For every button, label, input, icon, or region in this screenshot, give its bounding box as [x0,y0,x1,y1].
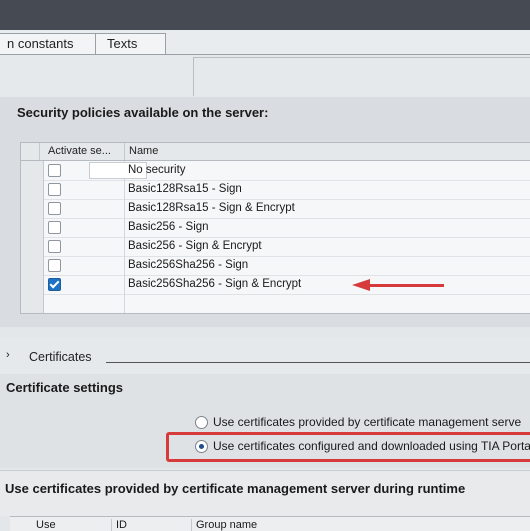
row-number-cell [21,199,44,218]
activate-cell[interactable] [44,218,125,237]
annotation-arrow-head [352,279,370,291]
header-id[interactable]: ID [112,519,192,531]
annotation-arrow-shaft [368,284,444,287]
activate-cell[interactable] [44,294,125,313]
radio-cert-management-server-label[interactable]: Use certificates provided by certificate… [213,415,521,429]
row-number-cell [21,161,44,180]
certificates-label[interactable]: Certificates [29,350,92,364]
chevron-right-icon[interactable]: › [6,349,10,361]
activate-checkbox[interactable] [48,202,61,215]
row-number-cell [21,294,44,313]
policy-name: Basic256 - Sign & Encrypt [128,240,262,252]
panel-frame [193,57,530,96]
activate-checkbox[interactable] [48,164,61,177]
runtime-certificates-table: Use ID Group name [10,516,530,531]
policy-name: No security [128,164,186,176]
tab-strip: n constants Texts [0,30,530,55]
runtime-section-title: Use certificates provided by certificate… [5,481,466,496]
activate-cell[interactable] [44,161,147,180]
row-number-cell [21,180,44,199]
policy-name: Basic256 - Sign [128,221,209,233]
table-row[interactable]: Basic128Rsa15 - Sign & Encrypt [21,199,530,219]
certificates-divider [106,362,530,363]
header-activate-security[interactable]: Activate se... [44,143,125,160]
activate-cell[interactable] [44,256,125,275]
activate-cell[interactable] [44,275,125,294]
tab-texts[interactable]: Texts [95,33,166,54]
policy-name: Basic256Sha256 - Sign [128,259,249,271]
security-policies-title: Security policies available on the serve… [17,105,269,120]
row-number-cell [21,218,44,237]
row-number-cell [21,275,44,294]
annotation-highlight-box [166,432,530,462]
header-use[interactable]: Use [32,519,112,531]
activate-checkbox[interactable] [48,240,61,253]
tab-constants[interactable]: n constants [0,33,100,54]
table-row[interactable]: No security [21,161,530,181]
activate-cell[interactable] [44,199,125,218]
row-number-cell [21,237,44,256]
table-row[interactable]: Basic128Rsa15 - Sign [21,180,530,200]
activate-checkbox[interactable] [48,259,61,272]
security-policies-table: Activate se... Name No security Basic128… [20,142,530,314]
activate-checkbox[interactable] [48,221,61,234]
activate-cell[interactable] [44,237,125,256]
header-group-name[interactable]: Group name [192,519,526,531]
empty-table-row[interactable] [21,294,530,313]
title-bar [0,0,530,30]
activate-checkbox[interactable] [48,183,61,196]
row-number-cell [21,256,44,275]
policy-name: Basic256Sha256 - Sign & Encrypt [128,278,302,290]
header-row-number [21,143,40,160]
table-row[interactable]: Basic256 - Sign & Encrypt [21,237,530,257]
activate-checkbox-checked[interactable] [48,278,61,291]
table-header: Activate se... Name [21,143,530,161]
certificate-settings-title: Certificate settings [6,380,124,395]
policy-name: Basic128Rsa15 - Sign [128,183,242,195]
table-row[interactable]: Basic256Sha256 - Sign & Encrypt [21,275,530,295]
table-row[interactable]: Basic256 - Sign [21,218,530,238]
policy-name: Basic128Rsa15 - Sign & Encrypt [128,202,295,214]
top-panel [0,55,530,97]
header-name[interactable]: Name [125,143,529,160]
table-row[interactable]: Basic256Sha256 - Sign [21,256,530,276]
activate-cell[interactable] [44,180,125,199]
radio-cert-management-server[interactable] [195,416,208,429]
